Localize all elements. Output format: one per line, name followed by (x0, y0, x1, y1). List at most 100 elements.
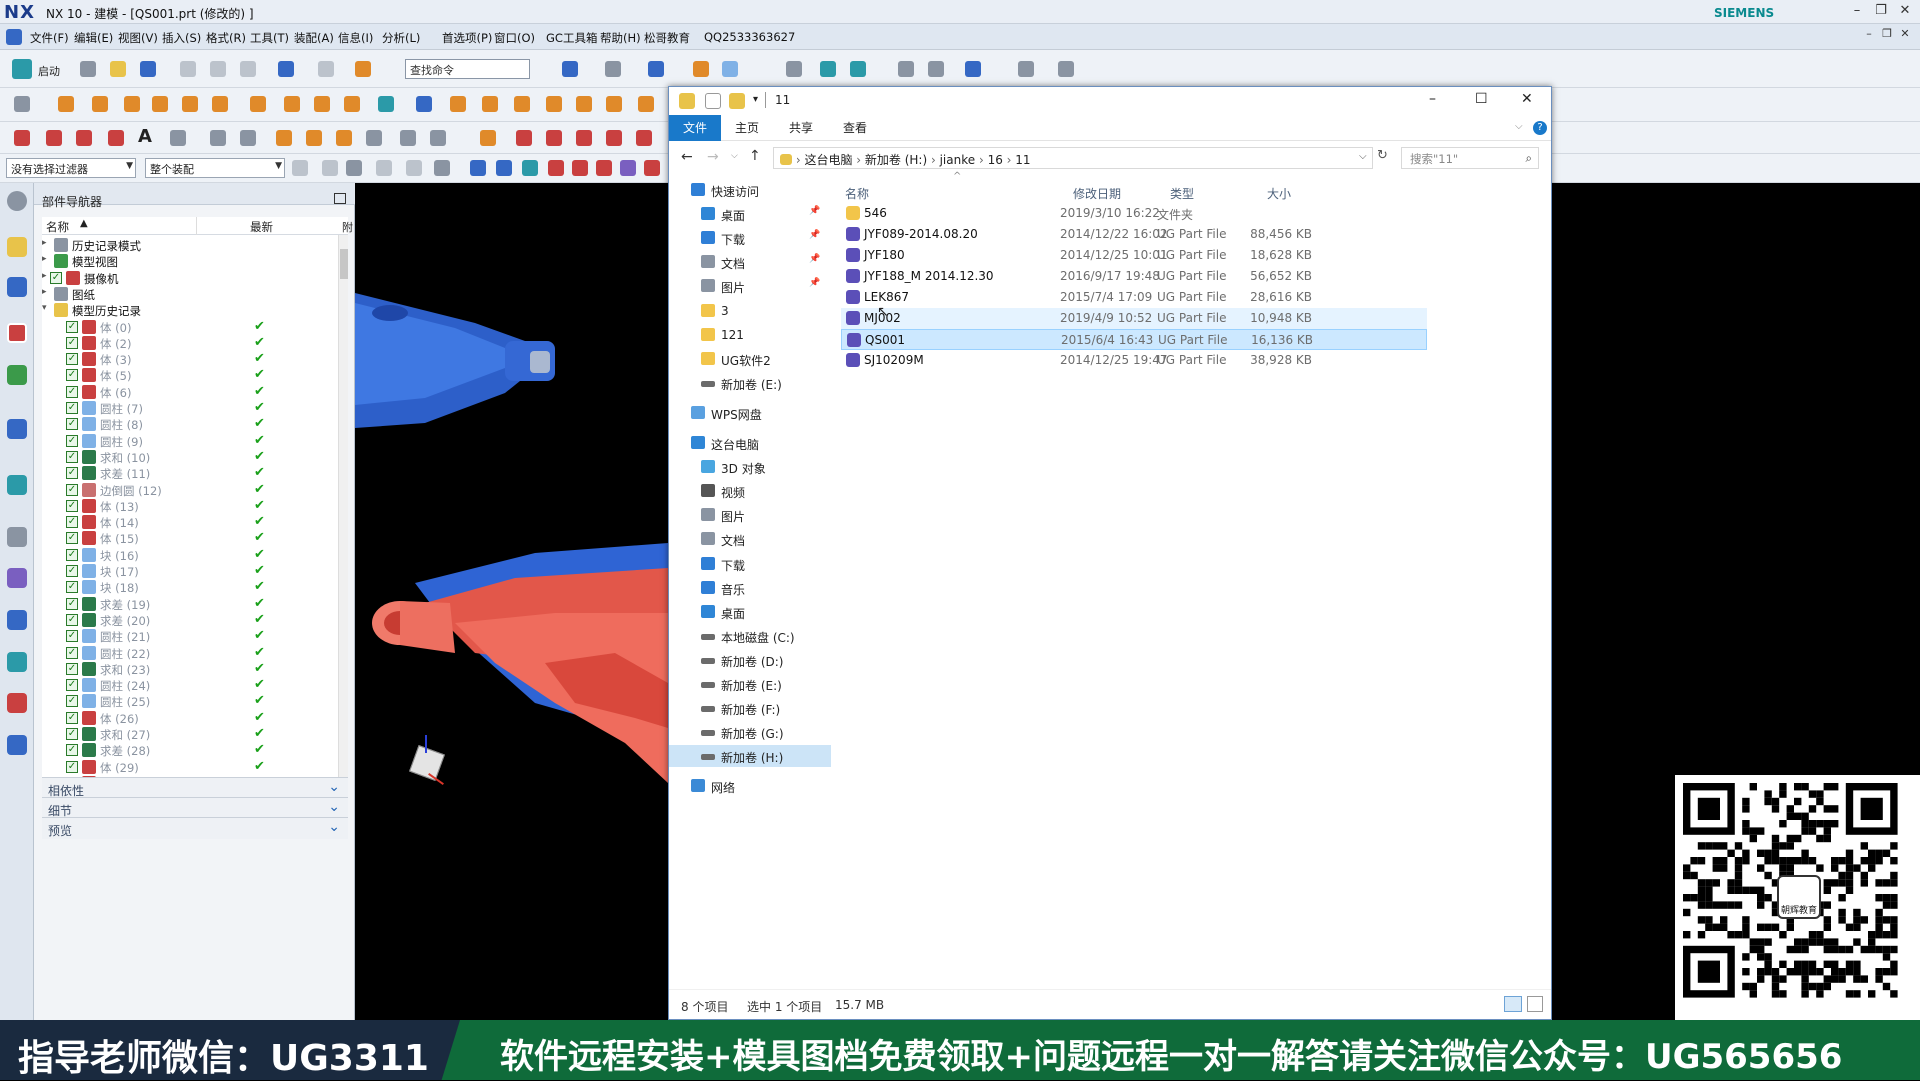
recent-locations-icon[interactable]: ⌵ (731, 151, 738, 161)
nav-item[interactable]: 新加卷 (E:) (669, 372, 831, 394)
file-row[interactable]: SJ10209M 2014/12/25 19:47 UG Part File 38,9… (841, 350, 1427, 371)
web-browser-icon[interactable] (7, 475, 27, 495)
view-cube-icon[interactable] (648, 61, 664, 77)
nav-item[interactable]: 这台电脑 (669, 432, 831, 454)
arc-center-icon[interactable] (644, 160, 660, 176)
back-arrow-icon[interactable]: ← (681, 149, 693, 165)
menu-item[interactable]: 首选项(P) (442, 30, 492, 46)
arc-icon[interactable] (46, 130, 62, 146)
tab-share[interactable]: 共享 (789, 119, 813, 136)
text-icon[interactable]: A (138, 126, 152, 147)
settings-icon[interactable] (7, 191, 27, 211)
col-header-size[interactable]: 大小 (1267, 185, 1291, 202)
new-folder-icon[interactable] (729, 93, 745, 109)
selection-mode-icon[interactable] (346, 160, 362, 176)
join-curve-icon[interactable] (306, 130, 322, 146)
menu-item[interactable]: 文件(F) (30, 30, 69, 46)
offset-curve-icon[interactable] (210, 130, 226, 146)
curve-length-icon[interactable] (636, 130, 652, 146)
menu-item[interactable]: 格式(R) (206, 30, 246, 46)
pin-icon[interactable]: 📌 (809, 230, 820, 240)
visibility-checkbox[interactable]: ✓ (66, 336, 78, 349)
tab-home[interactable]: 主页 (735, 119, 759, 136)
menu-item[interactable]: 编辑(E) (74, 30, 113, 46)
expand-toggle-icon[interactable]: ▸ (42, 287, 47, 297)
chamfer-curve-icon[interactable] (576, 130, 592, 146)
file-row[interactable]: MJ002 2019/4/9 10:52 UG Part File 10,948 KB (841, 308, 1427, 329)
visibility-checkbox[interactable]: ✓ (66, 613, 78, 626)
pocket-icon[interactable] (182, 96, 198, 112)
col-header-name[interactable]: 名称 (845, 185, 869, 202)
split-body-icon[interactable] (450, 96, 466, 112)
trim-curve-icon[interactable] (480, 130, 496, 146)
unite-icon[interactable] (344, 96, 360, 112)
nav-item[interactable]: 桌面 📌 (669, 203, 831, 225)
measure-icon[interactable] (786, 61, 802, 77)
breadcrumb-separator[interactable]: › (927, 153, 939, 167)
nav-item[interactable]: 本地磁盘 (C:) (669, 625, 831, 647)
breadcrumb-separator[interactable]: › (852, 153, 864, 167)
breadcrumb-separator[interactable]: › (1003, 153, 1015, 167)
file-row[interactable]: JYF089-2014.08.20 2014/12/22 16:02 UG Part… (841, 224, 1427, 245)
breadcrumb-separator[interactable]: › (975, 153, 987, 167)
file-row[interactable]: LEK867 2015/7/4 17:09 UG Part File 28,616 K… (841, 287, 1427, 308)
ruler-icon[interactable] (1058, 61, 1074, 77)
sketch-icon[interactable] (14, 96, 30, 112)
history-icon[interactable] (7, 527, 27, 547)
nav-item[interactable]: 新加卷 (H:) (669, 745, 831, 768)
nav-item[interactable]: 121 (669, 324, 831, 346)
nav-item[interactable]: 3 (669, 300, 831, 322)
menu-item[interactable]: 视图(V) (118, 30, 158, 46)
line-icon[interactable] (14, 130, 30, 146)
quick-access-dropdown-icon[interactable]: ▾ (753, 94, 758, 105)
csys-icon[interactable] (820, 61, 836, 77)
visibility-checkbox[interactable]: ✓ (66, 353, 78, 366)
tab-view[interactable]: 查看 (843, 119, 867, 136)
nav-item[interactable]: 新加卷 (D:) (669, 649, 831, 671)
system-materials-icon[interactable] (7, 568, 27, 588)
visibility-checkbox[interactable]: ✓ (50, 271, 62, 284)
extend-curve-icon[interactable] (606, 130, 622, 146)
assembly-navigator-icon[interactable] (7, 237, 27, 257)
breadcrumb-item[interactable]: 新加卷 (H:) (865, 153, 927, 167)
collapsible-panel[interactable]: 相依性 ⌄ (42, 777, 348, 799)
offset-face-icon[interactable] (482, 96, 498, 112)
trim-body-icon[interactable] (416, 96, 432, 112)
chamfer-icon[interactable] (284, 96, 300, 112)
expand-toggle-icon[interactable]: ▾ (42, 303, 47, 313)
bridge-curve-icon[interactable] (276, 130, 292, 146)
boss-icon[interactable] (152, 96, 168, 112)
split-curve-icon[interactable] (516, 130, 532, 146)
menu-item[interactable]: 松哥教育 (644, 30, 690, 46)
nav-item[interactable]: 新加卷 (G:) (669, 721, 831, 743)
visibility-checkbox[interactable]: ✓ (66, 581, 78, 594)
chevron-down-icon[interactable]: ⌄ (328, 779, 340, 795)
nav-item[interactable]: 文档 (669, 528, 831, 550)
menu-item[interactable]: 装配(A) (294, 30, 334, 46)
window-icon[interactable] (355, 61, 371, 77)
menu-item[interactable]: 插入(S) (162, 30, 201, 46)
visibility-checkbox[interactable]: ✓ (66, 695, 78, 708)
fit-view-icon[interactable] (562, 61, 578, 77)
menu-item[interactable]: GC工具箱 (546, 30, 597, 46)
project-curve-icon[interactable] (240, 130, 256, 146)
refresh-icon[interactable]: ↻ (1377, 148, 1388, 163)
nav-item[interactable]: 图片 📌 (669, 275, 831, 297)
visibility-checkbox[interactable]: ✓ (66, 418, 78, 431)
extrude-icon[interactable] (58, 96, 74, 112)
file-row[interactable]: JYF188_M 2014.12.30 2016/9/17 19:48 UG Par… (841, 266, 1427, 287)
explorer-close-button[interactable]: ✕ (1521, 91, 1533, 107)
redo-icon[interactable] (318, 61, 334, 77)
nav-item[interactable]: 下载 📌 (669, 227, 831, 249)
breadcrumb-item[interactable]: 这台电脑 (804, 153, 852, 167)
tab-file[interactable]: 文件 (669, 115, 721, 141)
col-header-type[interactable]: 类型 (1170, 185, 1194, 202)
visibility-checkbox[interactable]: ✓ (66, 402, 78, 414)
collapsible-panel[interactable]: 细节 ⌄ (42, 797, 348, 819)
check-icon[interactable] (928, 61, 944, 77)
section-icon[interactable] (722, 61, 738, 77)
nav-item[interactable]: 新加卷 (E:) (669, 673, 831, 695)
extract-curve-icon[interactable] (366, 130, 382, 146)
visibility-checkbox[interactable]: ✓ (66, 369, 78, 382)
visibility-checkbox[interactable]: ✓ (66, 385, 78, 398)
